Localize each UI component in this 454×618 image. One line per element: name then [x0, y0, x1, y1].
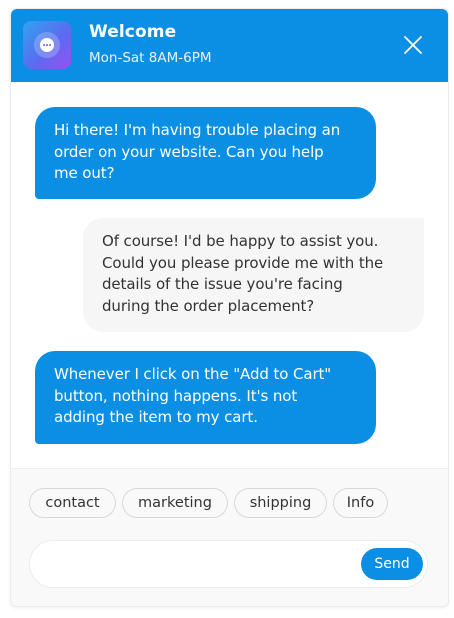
- chat-footer: contact marketing shipping Info Send: [11, 468, 448, 606]
- quick-reply-marketing[interactable]: marketing: [122, 488, 228, 518]
- chat-bubble-icon: [40, 38, 54, 52]
- chat-title: Welcome: [89, 22, 177, 42]
- message-line: during the order placement?: [102, 296, 315, 315]
- message-line: adding the item to my cart.: [54, 408, 258, 426]
- message-line: Whenever I click on the "Add to Cart": [54, 365, 332, 383]
- chat-header: Welcome Mon-Sat 8AM-6PM: [11, 9, 448, 82]
- quick-reply-shipping[interactable]: shipping: [234, 488, 327, 518]
- chat-avatar: [23, 21, 71, 69]
- chat-widget: Welcome Mon-Sat 8AM-6PM Hi there! I'm ha…: [10, 8, 449, 607]
- message-input[interactable]: [46, 549, 356, 579]
- quick-reply-info[interactable]: Info: [333, 488, 388, 518]
- quick-reply-contact[interactable]: contact: [29, 488, 116, 518]
- user-message: Hi there! I'm having trouble placing an …: [35, 107, 376, 199]
- message-list: Hi there! I'm having trouble placing an …: [11, 82, 448, 468]
- message-line: button, nothing happens. It's not: [54, 386, 298, 405]
- message-line: me out?: [54, 164, 115, 182]
- close-button[interactable]: [402, 34, 424, 56]
- message-line: Could you please provide me with the: [102, 253, 384, 272]
- message-composer: Send: [29, 540, 428, 588]
- message-line: Of course! I'd be happy to assist you.: [102, 232, 379, 250]
- user-message: Whenever I click on the "Add to Cart" bu…: [35, 351, 376, 444]
- message-line: details of the issue you're facing: [102, 275, 343, 293]
- close-icon: [404, 36, 422, 54]
- agent-message: Of course! I'd be happy to assist you. C…: [83, 218, 424, 332]
- message-line: Hi there! I'm having trouble placing an: [54, 121, 341, 139]
- send-button[interactable]: Send: [361, 548, 423, 580]
- message-line: order on your website. Can you help: [54, 142, 324, 161]
- business-hours: Mon-Sat 8AM-6PM: [89, 50, 212, 66]
